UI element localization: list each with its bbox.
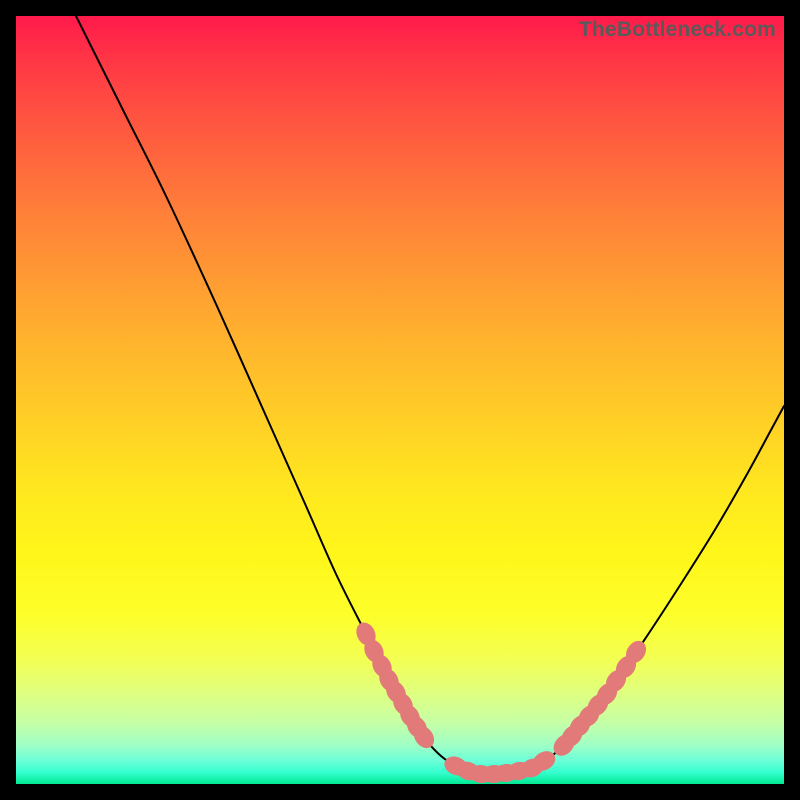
bottleneck-curve bbox=[76, 16, 784, 774]
plot-area: TheBottleneck.com bbox=[16, 16, 784, 784]
curve-svg bbox=[16, 16, 784, 784]
curve-beads bbox=[353, 619, 650, 784]
chart-frame: TheBottleneck.com bbox=[0, 0, 800, 800]
